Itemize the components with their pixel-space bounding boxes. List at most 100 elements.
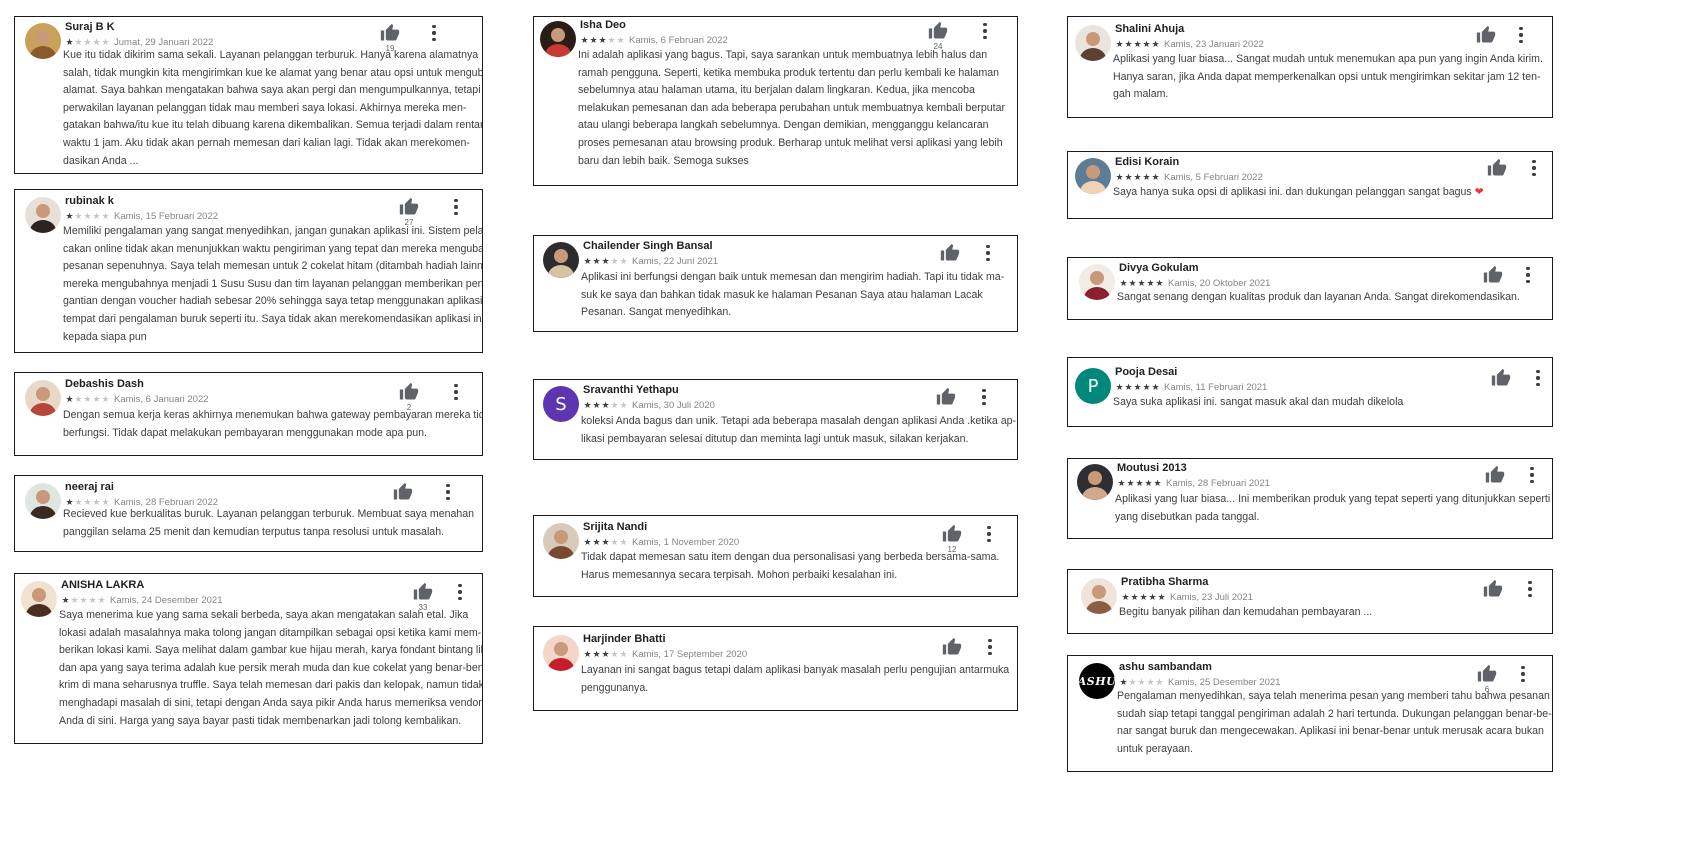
star-icon: ★ bbox=[1119, 677, 1128, 687]
review-date: Kamis, 1 November 2020 bbox=[632, 537, 740, 548]
review-card: rubinak k ★ ★ ★ ★ ★ Kamis, 15 Februari 2022 27 M… bbox=[14, 189, 483, 353]
more-options-icon[interactable] bbox=[451, 384, 461, 400]
review-card: Shalini Ahuja ★ ★ ★ ★ ★ Kamis, 23 Januari 2022… bbox=[1067, 16, 1553, 118]
review-line: pesanan sepenuhnya. Saya telah memesan u… bbox=[63, 258, 482, 276]
review-line: baru dan lebih baik. Semoga sukses bbox=[578, 153, 1005, 171]
rating-row: ★ ★ ★ ★ ★ Kamis, 25 Desember 2021 bbox=[1119, 677, 1280, 688]
more-options-icon[interactable] bbox=[1527, 467, 1537, 483]
review-line: Pesanan. Sangat menyedihkan. bbox=[581, 304, 1004, 322]
star-icon: ★ bbox=[1146, 278, 1155, 288]
more-options-icon[interactable] bbox=[984, 526, 994, 542]
star-icon: ★ bbox=[83, 211, 92, 221]
thumbs-up-icon[interactable] bbox=[398, 197, 420, 217]
avatar bbox=[1075, 25, 1111, 61]
review-line: Pengalaman menyedihkan, saya telah mener… bbox=[1117, 688, 1552, 706]
star-icon: ★ bbox=[616, 35, 625, 45]
more-options-icon[interactable] bbox=[1516, 27, 1526, 43]
review-date: Kamis, 17 September 2020 bbox=[632, 649, 748, 660]
star-icon: ★ bbox=[610, 256, 619, 266]
star-icon: ★ bbox=[1119, 278, 1128, 288]
more-options-icon[interactable] bbox=[451, 199, 461, 215]
review-line-text: proses pemesanan atau browsing produk. B… bbox=[578, 136, 1003, 149]
thumbs-up-icon[interactable] bbox=[1475, 25, 1497, 45]
review-line: Harus memesannya secara terpisah. Mohon … bbox=[581, 567, 999, 585]
more-options-icon[interactable] bbox=[980, 23, 990, 39]
avatar-initial: P bbox=[1087, 375, 1099, 397]
thumbs-up-icon[interactable] bbox=[392, 482, 414, 502]
reviewer-name: Harjinder Bhatti bbox=[583, 633, 666, 645]
review-line: Begitu banyak pilihan dan kemudahan pemb… bbox=[1119, 604, 1372, 622]
thumbs-up-icon[interactable] bbox=[1486, 158, 1508, 178]
star-icon: ★ bbox=[1137, 278, 1146, 288]
review-line-text: menghadapi masalah di sini, tetapi denga… bbox=[59, 696, 482, 709]
review-line-text: Sangat senang dengan kualitas produk dan… bbox=[1117, 291, 1520, 303]
more-options-icon[interactable] bbox=[1525, 581, 1535, 597]
more-options-icon[interactable] bbox=[1529, 160, 1539, 176]
rating-row: ★ ★ ★ ★ ★ Kamis, 15 Februari 2022 bbox=[65, 211, 218, 222]
review-line: kepada siapa pun bbox=[63, 329, 482, 347]
thumbs-up-icon[interactable] bbox=[1482, 579, 1504, 599]
review-line: proses pemesanan atau browsing produk. B… bbox=[578, 135, 1005, 153]
thumbs-up-icon[interactable] bbox=[927, 21, 949, 41]
more-options-icon[interactable] bbox=[443, 484, 453, 500]
thumbs-up-icon[interactable] bbox=[935, 387, 957, 407]
thumbs-up-icon[interactable] bbox=[1482, 265, 1504, 285]
review-card: Pratibha Sharma ★ ★ ★ ★ ★ Kamis, 23 Juli 2021 B… bbox=[1067, 569, 1553, 634]
star-icon: ★ bbox=[1115, 39, 1124, 49]
thumbs-up-icon[interactable] bbox=[941, 637, 963, 657]
star-icon: ★ bbox=[1135, 478, 1144, 488]
heart-icon: ❤ bbox=[1474, 186, 1484, 198]
avatar bbox=[25, 483, 61, 519]
review-line-text: Tidak dapat memesan satu item dengan dua… bbox=[581, 551, 1000, 563]
thumbs-up-icon[interactable] bbox=[1484, 465, 1506, 485]
review-line-text: baru dan lebih baik. Semoga sukses bbox=[578, 154, 749, 167]
star-rating: ★ ★ ★ ★ ★ bbox=[583, 401, 628, 410]
star-icon: ★ bbox=[619, 649, 628, 659]
avatar-photo bbox=[543, 635, 579, 671]
review-line-text: Ini adalah aplikasi yang bagus. Tapi, sa… bbox=[578, 49, 988, 61]
thumbs-up-icon[interactable] bbox=[1476, 664, 1498, 684]
reviewer-name: Pooja Desai bbox=[1115, 366, 1178, 378]
review-text: Aplikasi yang luar biasa... Ini memberik… bbox=[1115, 491, 1550, 526]
review-line: Saya hanya suka opsi di aplikasi ini. da… bbox=[1113, 184, 1484, 202]
rating-row: ★ ★ ★ ★ ★ Kamis, 20 Oktober 2021 bbox=[1119, 278, 1270, 289]
more-options-icon[interactable] bbox=[983, 245, 993, 261]
star-icon: ★ bbox=[83, 37, 92, 47]
star-icon: ★ bbox=[598, 35, 607, 45]
more-options-icon[interactable] bbox=[1523, 267, 1533, 283]
more-options-icon[interactable] bbox=[979, 389, 989, 405]
thumbs-up-icon[interactable] bbox=[939, 243, 961, 263]
thumbs-up-icon[interactable] bbox=[941, 524, 963, 544]
review-card: S Sravanthi Yethapu ★ ★ ★ ★ ★ Kamis, 30 Juli 20… bbox=[533, 379, 1018, 460]
thumbs-up-icon[interactable] bbox=[379, 23, 401, 43]
more-options-icon[interactable] bbox=[1518, 666, 1528, 682]
star-icon: ★ bbox=[1139, 592, 1148, 602]
rating-row: ★ ★ ★ ★ ★ Kamis, 28 Februari 2021 bbox=[1117, 478, 1270, 489]
star-icon: ★ bbox=[74, 37, 83, 47]
review-card: Isha Deo ★ ★ ★ ★ ★ Kamis, 6 Februari 2022 24 Ini… bbox=[533, 16, 1018, 186]
thumbs-up-icon[interactable] bbox=[1490, 368, 1512, 388]
review-line: sebelumnya atau halaman utama, itu berja… bbox=[578, 82, 1005, 100]
review-line: cakan online tidak akan menunjukkan wakt… bbox=[63, 241, 482, 259]
review-line-text: likasi pembayaran selesai ditutup dan me… bbox=[581, 432, 969, 445]
star-icon: ★ bbox=[74, 211, 83, 221]
avatar-photo bbox=[1075, 158, 1111, 194]
review-line: koleksi Anda bagus dan unik. Tetapi ada … bbox=[581, 413, 1016, 431]
review-line: Aplikasi yang luar biasa... Sangat mudah… bbox=[1113, 51, 1543, 69]
star-icon: ★ bbox=[1115, 172, 1124, 182]
avatar-photo bbox=[1077, 464, 1113, 500]
review-line-text: salah, tidak mungkin kita mengirimkan ku… bbox=[63, 66, 483, 79]
thumbs-up-icon[interactable] bbox=[412, 582, 434, 602]
avatar-photo bbox=[540, 21, 576, 57]
star-icon: ★ bbox=[1142, 382, 1151, 392]
review-line-text: gatakan bahwa/itu kue itu telah dibuang … bbox=[63, 119, 483, 132]
thumbs-up-icon[interactable] bbox=[398, 382, 420, 402]
more-options-icon[interactable] bbox=[985, 639, 995, 655]
review-line-text: gah malam. bbox=[1113, 88, 1169, 101]
more-options-icon[interactable] bbox=[455, 584, 465, 600]
review-text: Ini adalah aplikasi yang bagus. Tapi, sa… bbox=[578, 47, 1005, 170]
more-options-icon[interactable] bbox=[429, 25, 439, 41]
more-options-icon[interactable] bbox=[1533, 370, 1543, 386]
review-line-text: suk ke saya dan bahkan tidak masuk ke ha… bbox=[581, 288, 983, 301]
star-icon: ★ bbox=[610, 537, 619, 547]
